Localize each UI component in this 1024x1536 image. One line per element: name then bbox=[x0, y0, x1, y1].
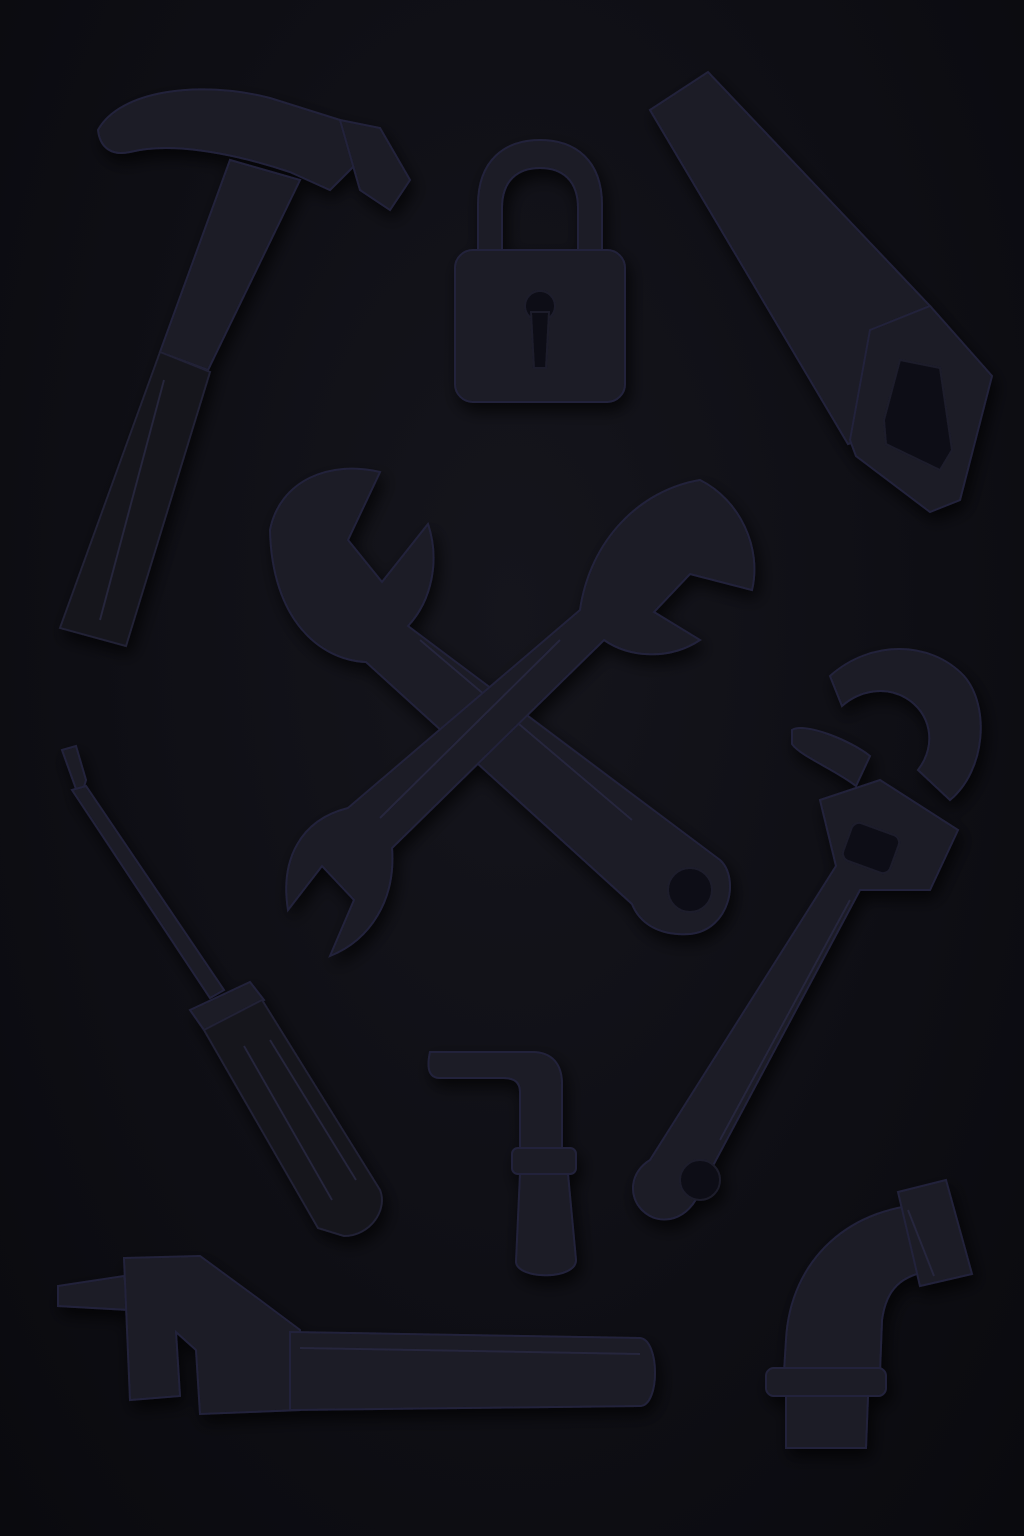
crossed-wrenches-icon bbox=[268, 467, 756, 958]
hook-tool-icon bbox=[427, 1051, 578, 1277]
padlock-icon bbox=[454, 138, 626, 403]
hand-saw-icon bbox=[648, 70, 994, 514]
tools-scene bbox=[57, 70, 994, 1449]
plug-wrench-icon bbox=[57, 1254, 656, 1416]
tools-wallpaper bbox=[0, 0, 1024, 1536]
pipe-elbow-icon bbox=[765, 1178, 974, 1449]
